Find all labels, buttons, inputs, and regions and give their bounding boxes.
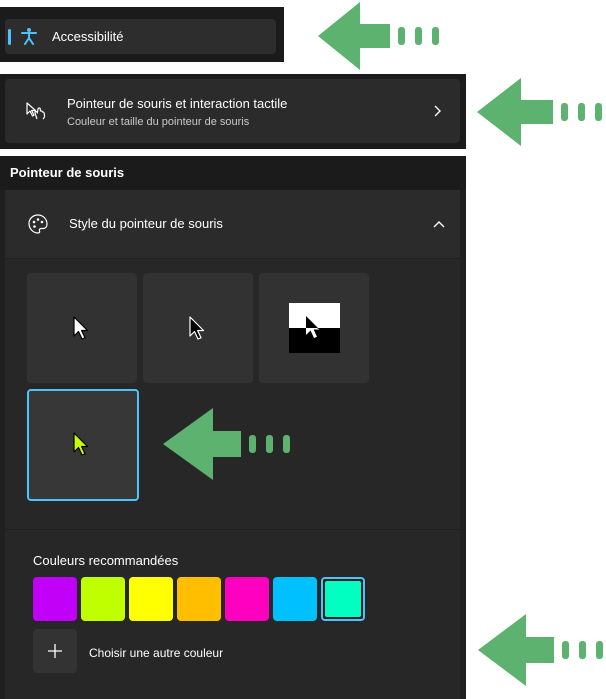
pointer-touch-icon: [26, 102, 46, 120]
nav-item-accessibility[interactable]: Accessibilité: [5, 19, 276, 54]
color-swatch-orange[interactable]: [177, 577, 221, 621]
row-title: Pointeur de souris et interaction tactil…: [67, 96, 288, 111]
section-title: Pointeur de souris: [10, 165, 125, 180]
inverted-cursor-icon: [289, 303, 340, 353]
chevron-right-icon: [434, 105, 441, 117]
settings-panel: Pointeur de souris et interaction tactil…: [0, 74, 466, 149]
pointer-style-white-tile[interactable]: [27, 273, 137, 383]
row-subtitle: Couleur et taille du pointeur de souris: [67, 116, 250, 128]
color-swatch-teal[interactable]: [321, 577, 365, 621]
color-swatch-blue[interactable]: [273, 577, 317, 621]
selection-indicator: [8, 29, 11, 45]
custom-cursor-icon: [73, 432, 89, 456]
black-cursor-icon: [189, 316, 205, 340]
color-swatch-lime[interactable]: [81, 577, 125, 621]
chevron-up-icon: [433, 221, 445, 228]
palette-icon: [28, 214, 48, 234]
annotation-arrow-pointer-row: [477, 78, 602, 146]
body-divider: [5, 529, 460, 530]
mouse-pointer-touch-row[interactable]: Pointeur de souris et interaction tactil…: [5, 79, 460, 143]
white-cursor-icon: [73, 316, 89, 340]
pointer-style-black-tile[interactable]: [143, 273, 253, 383]
selected-swatch-fill: [325, 581, 361, 617]
pointer-style-expander[interactable]: Style du pointeur de souris: [5, 190, 460, 258]
color-swatch-yellow[interactable]: [129, 577, 173, 621]
color-swatch-purple[interactable]: [33, 577, 77, 621]
annotation-arrow-colors: [478, 614, 603, 686]
expander-label: Style du pointeur de souris: [69, 216, 223, 231]
accessibility-icon: [21, 28, 37, 45]
nav-item-label: Accessibilité: [52, 29, 124, 44]
plus-icon: [48, 644, 62, 658]
pointer-style-custom-tile[interactable]: [27, 389, 139, 501]
annotation-arrow-custom-tile: [163, 408, 290, 480]
annotation-arrow-accessibility: [318, 2, 439, 70]
color-swatch-pink[interactable]: [225, 577, 269, 621]
choose-other-color-label: Choisir une autre couleur: [89, 646, 224, 660]
pointer-style-inverted-tile[interactable]: [259, 273, 369, 383]
recommended-colors-label: Couleurs recommandées: [33, 553, 179, 568]
section-header: Pointeur de souris: [0, 156, 466, 190]
nav-panel: Accessibilité: [0, 7, 284, 62]
choose-other-color-button[interactable]: [33, 629, 77, 673]
